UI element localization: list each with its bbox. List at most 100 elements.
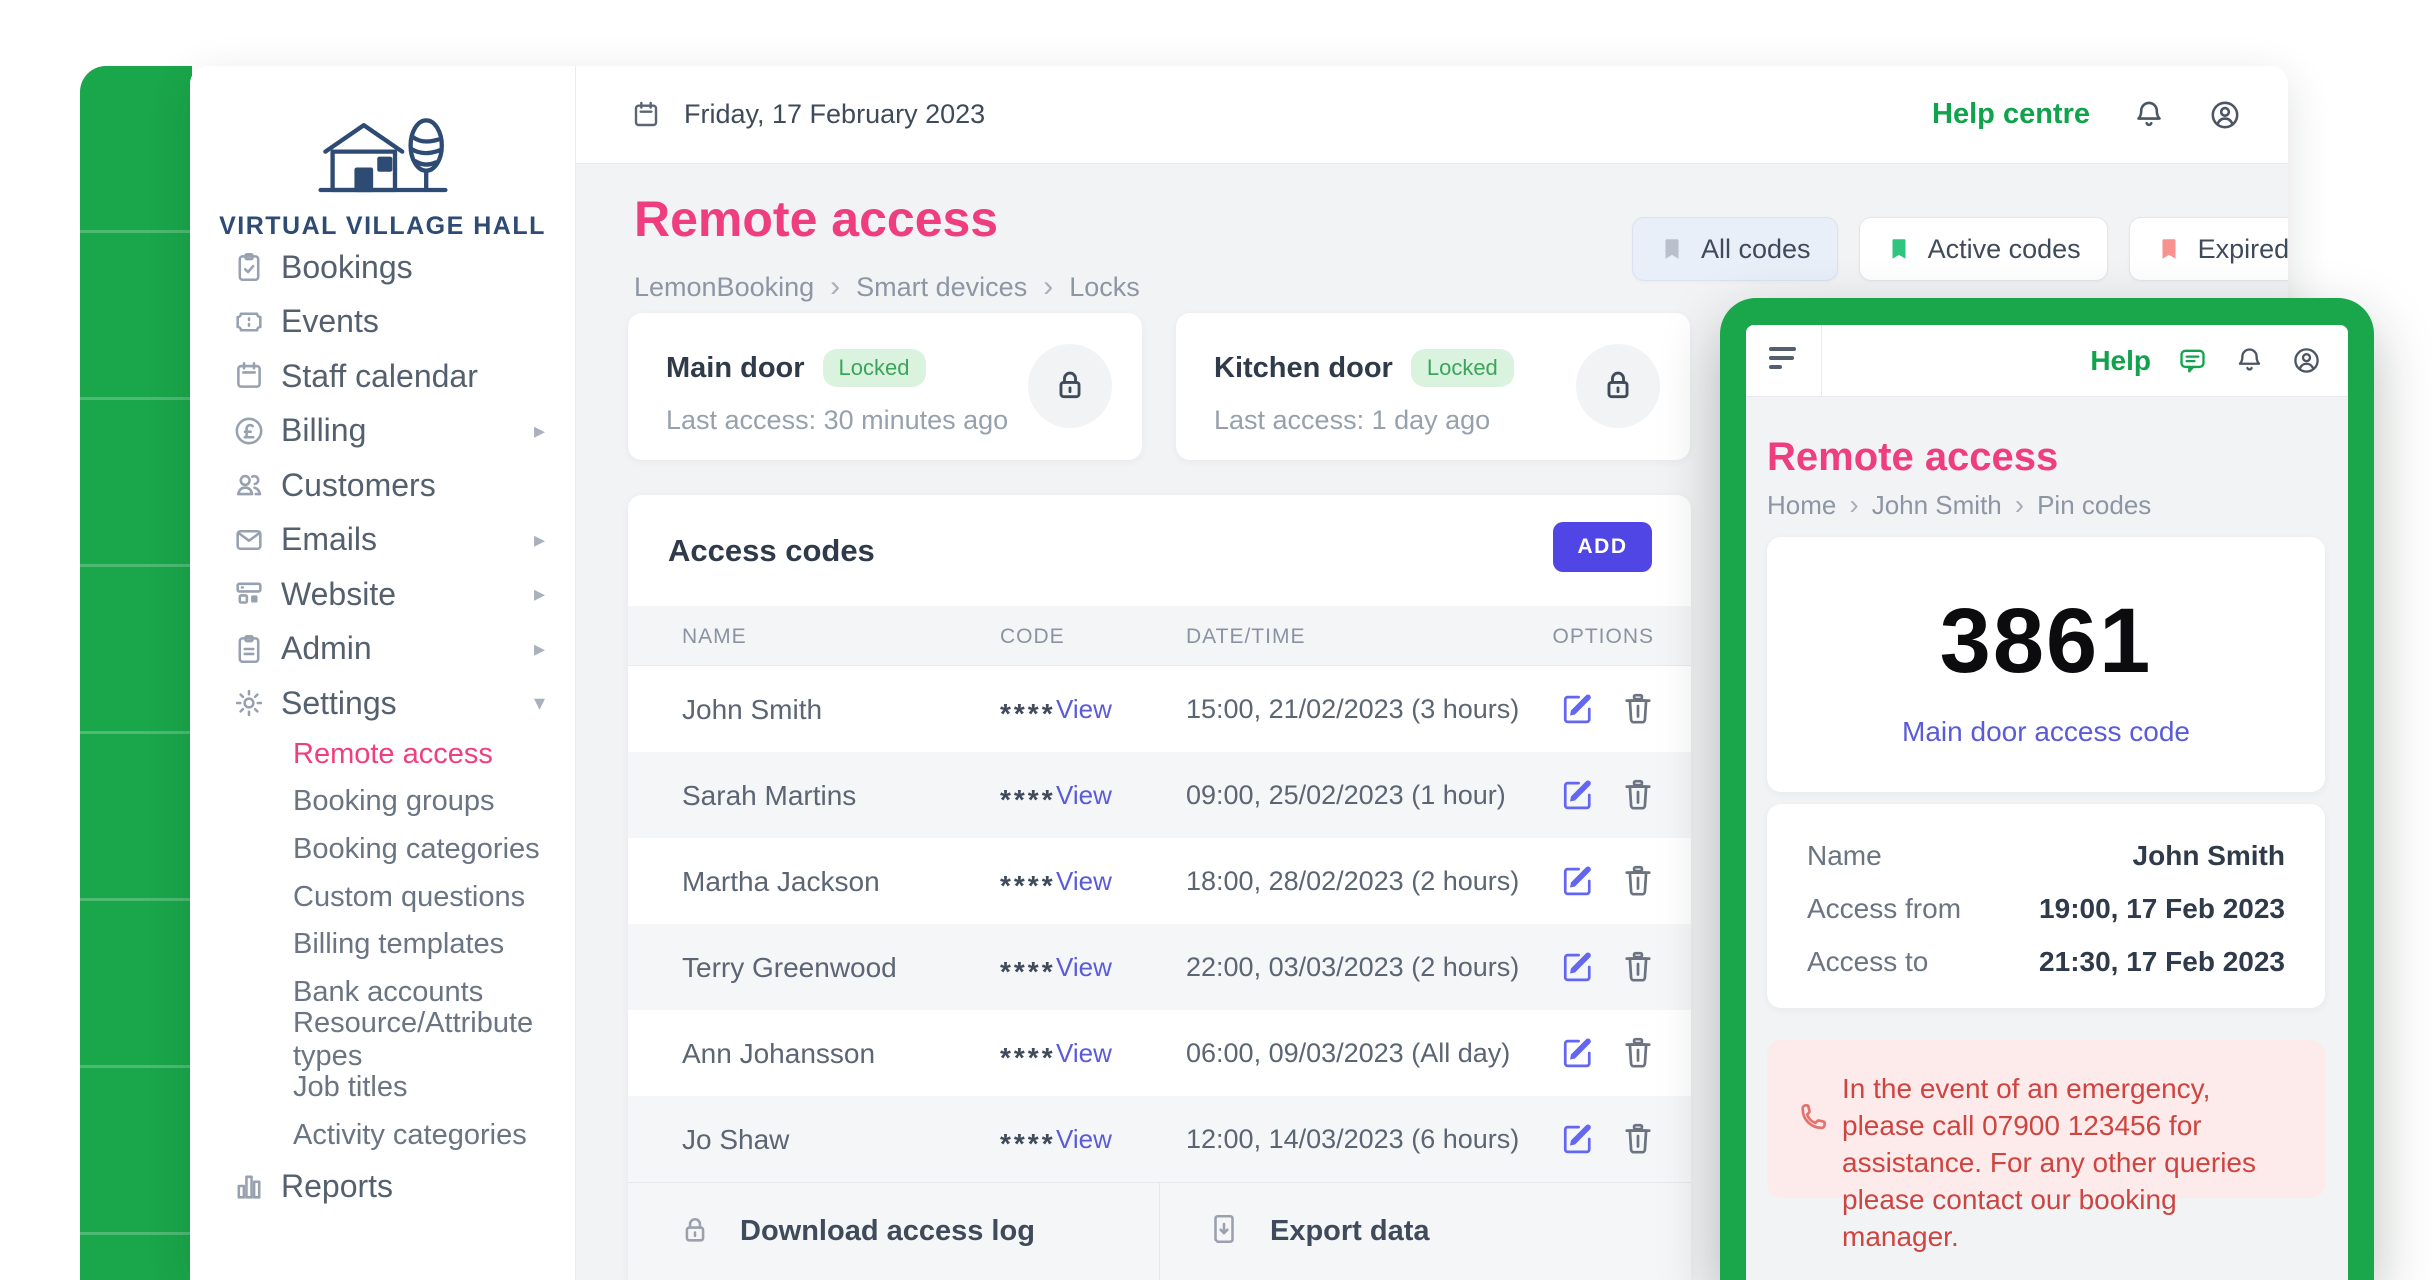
sidebar-item[interactable]: Admin ▸ (190, 622, 575, 677)
trash-icon[interactable] (1620, 1035, 1656, 1071)
help-centre-link[interactable]: Help centre (1932, 98, 2090, 131)
export-data-button[interactable]: Export data (1159, 1183, 1691, 1280)
sidebar-item[interactable]: Customers (190, 458, 575, 513)
detail-row: Access from 19:00, 17 Feb 2023 (1807, 882, 2285, 935)
sidebar-item[interactable]: Staff calendar (190, 349, 575, 404)
access-code-row: Jo Shaw **** View 12:00, 14/03/2023 (6 h… (628, 1096, 1691, 1182)
edit-icon[interactable] (1560, 863, 1596, 899)
table-body: John Smith **** View 15:00, 21/02/2023 (… (628, 666, 1691, 1182)
filter-chip[interactable]: Active codes (1859, 217, 2108, 281)
submenu-item-label: Job titles (293, 1071, 407, 1104)
view-code-link[interactable]: View (1056, 866, 1112, 897)
house-tree-logo-icon (308, 106, 458, 202)
sidebar-item-reports[interactable]: Reports (190, 1159, 575, 1214)
clipboard-check-icon (232, 250, 266, 284)
lock-icon (1051, 365, 1089, 408)
breadcrumb-link[interactable]: John Smith (1872, 490, 2002, 521)
settings-submenu-item[interactable]: Booking groups (190, 778, 575, 826)
view-code-link[interactable]: View (1056, 1038, 1112, 1069)
chevron-right-icon: › (1849, 489, 1858, 521)
breadcrumb-link[interactable]: Home (1767, 490, 1836, 521)
clipboard-list-icon (232, 632, 266, 666)
settings-submenu-item[interactable]: Activity categories (190, 1111, 575, 1159)
chevron-icon: ▸ (534, 636, 545, 662)
lock-toggle-button[interactable] (1028, 344, 1112, 428)
sidebar-item[interactable]: Billing ▸ (190, 404, 575, 459)
edit-icon[interactable] (1560, 777, 1596, 813)
download-access-log-button[interactable]: Download access log (628, 1183, 1159, 1280)
door-name: Main door (666, 352, 805, 385)
breadcrumb-link[interactable]: Smart devices (856, 272, 1027, 303)
bell-icon[interactable] (2234, 345, 2265, 376)
door-last-access: Last access: 1 day ago (1214, 405, 1490, 436)
trash-icon[interactable] (1620, 691, 1656, 727)
edit-icon[interactable] (1560, 1121, 1596, 1157)
view-code-link[interactable]: View (1056, 780, 1112, 811)
filter-chip-label: All codes (1701, 234, 1811, 265)
access-codes-panel: Access codes ADD NAME CODE DATE/TIME OPT… (628, 495, 1691, 1280)
sidebar-item-label: Emails (281, 521, 377, 558)
sidebar-item[interactable]: Settings ▾ (190, 676, 575, 731)
sidebar-item-label: Settings (281, 685, 397, 722)
view-code-link[interactable]: View (1056, 1124, 1112, 1155)
view-code-link[interactable]: View (1056, 694, 1112, 725)
pin-code-value: 3861 (1767, 589, 2325, 694)
trash-icon[interactable] (1620, 863, 1656, 899)
detail-row: Access to 21:30, 17 Feb 2023 (1807, 935, 2285, 988)
chevron-icon: ▸ (534, 581, 545, 607)
detail-value: 19:00, 17 Feb 2023 (2039, 893, 2285, 925)
emergency-text: In the event of an emergency, please cal… (1842, 1070, 2294, 1255)
door-card: Kitchen door Locked Last access: 1 day a… (1176, 313, 1690, 460)
mobile-breadcrumb: › Home › John Smith › Pin codes (1767, 489, 2151, 521)
settings-submenu-item[interactable]: Booking categories (190, 826, 575, 874)
row-datetime: 15:00, 21/02/2023 (3 hours) (1186, 694, 1519, 725)
row-datetime: 09:00, 25/02/2023 (1 hour) (1186, 780, 1506, 811)
chart-bars-icon (232, 1169, 266, 1203)
bell-icon[interactable] (2132, 98, 2166, 132)
detail-value: John Smith (2133, 840, 2285, 872)
submenu-item-label: Remote access (293, 738, 493, 771)
user-avatar-icon[interactable] (2291, 345, 2322, 376)
sidebar-item[interactable]: Website ▸ (190, 567, 575, 622)
detail-label: Name (1807, 840, 1882, 872)
brand-name: VIRTUAL VILLAGE HALL (190, 212, 575, 241)
sidebar-item[interactable]: Emails ▸ (190, 513, 575, 568)
breadcrumb-link[interactable]: Pin codes (2037, 490, 2151, 521)
breadcrumb-link[interactable]: LemonBooking (634, 272, 814, 303)
sidebar-item-label: Events (281, 303, 379, 340)
chat-icon[interactable] (2177, 345, 2208, 376)
trash-icon[interactable] (1620, 777, 1656, 813)
settings-submenu-item[interactable]: Custom questions (190, 873, 575, 921)
sidebar-top-items: Bookings Events Staff calendar Billing ▸… (190, 240, 575, 731)
view-code-link[interactable]: View (1056, 952, 1112, 983)
filter-chip[interactable]: Expired codes (2129, 217, 2288, 281)
breadcrumb-segment: › John Smith (1836, 489, 2001, 521)
edit-icon[interactable] (1560, 1035, 1596, 1071)
sidebar-item[interactable]: Bookings (190, 240, 575, 295)
mobile-help-link[interactable]: Help (2090, 345, 2151, 377)
settings-submenu-item[interactable]: Billing templates (190, 921, 575, 969)
submenu-item-label: Booking groups (293, 785, 495, 818)
settings-submenu-item[interactable]: Resource/Attribute types (190, 1016, 575, 1064)
download-access-log-label: Download access log (740, 1215, 1035, 1248)
column-name: NAME (682, 625, 747, 649)
trash-icon[interactable] (1620, 949, 1656, 985)
menu-icon[interactable] (1746, 325, 1822, 397)
trash-icon[interactable] (1620, 1121, 1656, 1157)
add-code-button[interactable]: ADD (1553, 522, 1652, 572)
user-avatar-icon[interactable] (2208, 98, 2242, 132)
detail-row: Name John Smith (1807, 829, 2285, 882)
pin-code-label-link[interactable]: Main door access code (1767, 716, 2325, 748)
edit-icon[interactable] (1560, 949, 1596, 985)
breadcrumb-segment: › Locks (1027, 270, 1140, 304)
edit-icon[interactable] (1560, 691, 1596, 727)
settings-submenu-item[interactable]: Remote access (190, 731, 575, 779)
lock-toggle-button[interactable] (1576, 344, 1660, 428)
door-cards: Main door Locked Last access: 30 minutes… (628, 313, 1691, 460)
table-footer: Download access log Export data (628, 1182, 1691, 1280)
filter-chip[interactable]: All codes (1632, 217, 1838, 281)
sidebar-item[interactable]: Events (190, 295, 575, 350)
breadcrumb-link[interactable]: Locks (1069, 272, 1140, 303)
mobile-header: Help (1746, 325, 2348, 397)
submenu-item-label: Billing templates (293, 928, 504, 961)
